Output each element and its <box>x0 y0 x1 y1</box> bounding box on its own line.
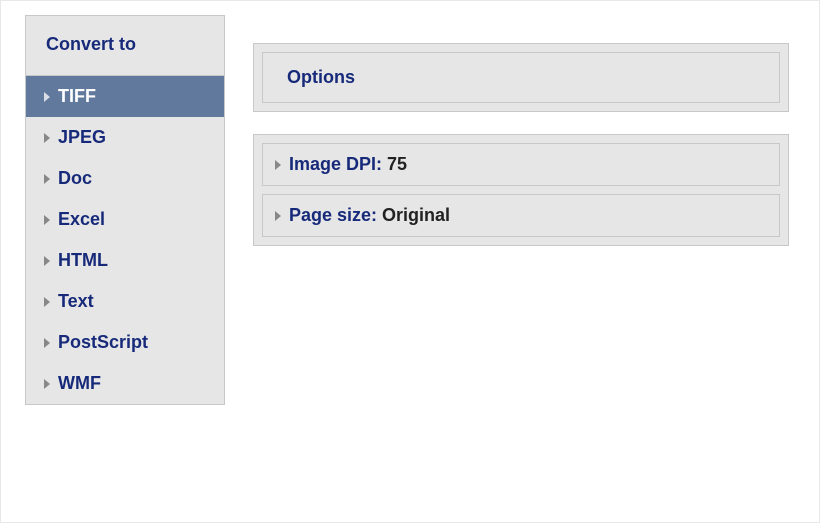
sidebar-item-excel[interactable]: Excel <box>26 199 224 240</box>
sidebar-item-jpeg[interactable]: JPEG <box>26 117 224 158</box>
sidebar-item-label: PostScript <box>58 332 148 353</box>
option-value: Original <box>382 205 450 225</box>
sidebar-item-postscript[interactable]: PostScript <box>26 322 224 363</box>
sidebar-item-wmf[interactable]: WMF <box>26 363 224 404</box>
options-header: Options <box>263 53 779 102</box>
sidebar-item-text[interactable]: Text <box>26 281 224 322</box>
option-image-dpi[interactable]: Image DPI: 75 <box>262 143 780 186</box>
main-panel: Options Image DPI: 75 Page size: Origina… <box>253 15 795 246</box>
option-page-size[interactable]: Page size: Original <box>262 194 780 237</box>
sidebar-item-label: HTML <box>58 250 108 271</box>
chevron-right-icon <box>275 160 281 170</box>
chevron-right-icon <box>44 338 50 348</box>
option-label: Page size: <box>289 205 382 225</box>
convert-to-sidebar: Convert to TIFF JPEG Doc Excel HTML Text… <box>25 15 225 405</box>
chevron-right-icon <box>44 297 50 307</box>
option-value: 75 <box>387 154 407 174</box>
sidebar-item-label: Doc <box>58 168 92 189</box>
chevron-right-icon <box>44 133 50 143</box>
chevron-right-icon <box>44 174 50 184</box>
options-header-panel: Options <box>253 43 789 112</box>
sidebar-item-label: JPEG <box>58 127 106 148</box>
sidebar-item-html[interactable]: HTML <box>26 240 224 281</box>
chevron-right-icon <box>44 379 50 389</box>
chevron-right-icon <box>44 256 50 266</box>
chevron-right-icon <box>44 92 50 102</box>
sidebar-header: Convert to <box>26 16 224 76</box>
options-list-panel: Image DPI: 75 Page size: Original <box>253 134 789 246</box>
options-header-inner: Options <box>262 52 780 103</box>
sidebar-item-label: Text <box>58 291 94 312</box>
option-label: Image DPI: <box>289 154 387 174</box>
sidebar-item-label: Excel <box>58 209 105 230</box>
sidebar-item-doc[interactable]: Doc <box>26 158 224 199</box>
sidebar-item-label: WMF <box>58 373 101 394</box>
sidebar-item-tiff[interactable]: TIFF <box>26 76 224 117</box>
sidebar-item-label: TIFF <box>58 86 96 107</box>
app-container: Convert to TIFF JPEG Doc Excel HTML Text… <box>25 15 795 405</box>
chevron-right-icon <box>275 211 281 221</box>
chevron-right-icon <box>44 215 50 225</box>
